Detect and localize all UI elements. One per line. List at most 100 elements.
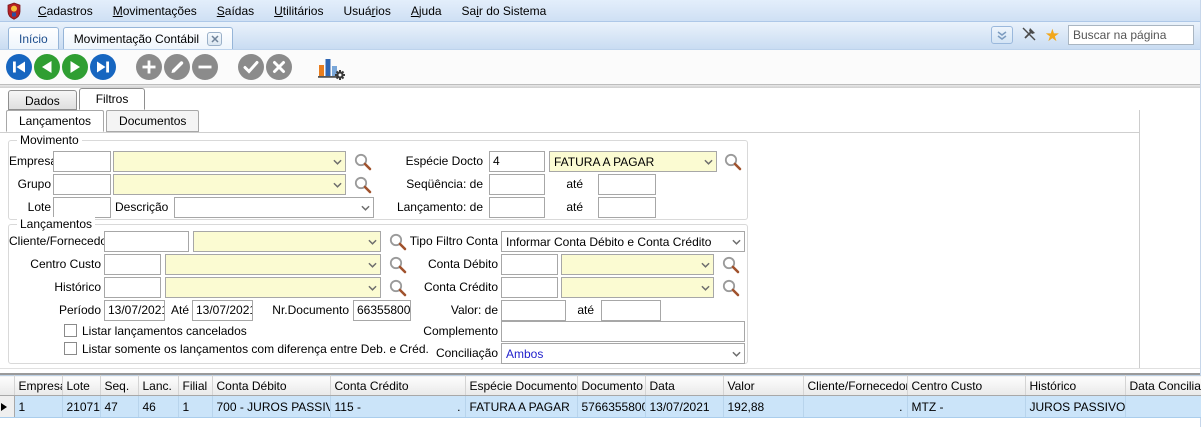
cell-lanc: 46 <box>138 396 178 418</box>
menu-movimentacoes[interactable]: Movimentações <box>103 2 207 20</box>
cancel-icon[interactable] <box>266 54 292 80</box>
grupo-code-input[interactable] <box>53 174 111 195</box>
tab-filtros[interactable]: Filtros <box>79 88 146 110</box>
cliente-fornecedor-combo[interactable] <box>193 231 381 252</box>
col-lote[interactable]: Lote <box>62 376 100 396</box>
cliente-fornecedor-code-input[interactable] <box>104 231 189 252</box>
col-valor[interactable]: Valor <box>723 376 803 396</box>
tab-movimentacao-contabil[interactable]: Movimentação Contábil <box>63 27 233 49</box>
col-data-conciliacao[interactable]: Data Conciliação <box>1125 376 1201 396</box>
col-cliente-fornecedor[interactable]: Cliente/Fornecedor <box>803 376 907 396</box>
lancamento-de-input[interactable] <box>489 197 545 218</box>
col-especie-documento[interactable]: Espécie Documento <box>465 376 577 396</box>
toolbar <box>0 50 1200 84</box>
especie-docto-combo[interactable]: FATURA A PAGAR <box>549 151 717 172</box>
next-record-icon[interactable] <box>62 54 88 80</box>
periodo-de-input[interactable]: 13/07/2021 <box>104 300 165 321</box>
tab-lancamentos[interactable]: Lançamentos <box>6 110 104 132</box>
unpin-icon[interactable] <box>1021 26 1037 45</box>
menu-cadastros[interactable]: Cadastros <box>28 2 103 20</box>
lancamento-ate-input[interactable] <box>598 197 656 218</box>
cell-conta-debito: 700 - JUROS PASSIVOS <box>212 396 330 418</box>
col-seq[interactable]: Seq. <box>100 376 138 396</box>
nr-documento-input[interactable]: 66355800 <box>353 300 411 321</box>
complemento-input[interactable] <box>501 321 745 342</box>
first-record-icon[interactable] <box>6 54 32 80</box>
valor-ate-input[interactable] <box>601 300 661 321</box>
conta-credito-code-input[interactable] <box>501 277 558 298</box>
complemento-label: Complemento <box>404 324 498 339</box>
col-data[interactable]: Data <box>645 376 723 396</box>
conta-credito-combo[interactable] <box>561 277 714 298</box>
listar-cancelados-checkbox[interactable] <box>64 324 77 337</box>
tab-documentos[interactable]: Documentos <box>106 110 199 132</box>
valor-de-input[interactable] <box>501 300 566 321</box>
tipo-filtro-conta-combo[interactable]: Informar Conta Débito e Conta Crédito <box>501 231 745 252</box>
nr-documento-label: Nr.Documento <box>264 303 349 318</box>
confirm-icon[interactable] <box>238 54 264 80</box>
empresa-combo[interactable] <box>113 151 346 172</box>
historico-combo[interactable] <box>165 277 381 298</box>
sub-tab-strip: Lançamentos Documentos <box>0 110 1139 133</box>
remove-icon[interactable] <box>192 54 218 80</box>
cell-historico: JUROS PASSIVOS <box>1025 396 1125 418</box>
col-empresa[interactable]: Empresa <box>14 376 62 396</box>
conta-debito-code-input[interactable] <box>501 254 558 275</box>
menu-usuarios[interactable]: Usuários <box>333 2 400 20</box>
previous-record-icon[interactable] <box>34 54 60 80</box>
application-window: Cadastros Movimentações Saídas Utilitári… <box>0 0 1201 427</box>
empresa-code-input[interactable] <box>53 151 111 172</box>
row-selector-cell <box>0 396 14 418</box>
centro-custo-code-input[interactable] <box>104 254 161 275</box>
more-options-icon[interactable] <box>991 26 1013 44</box>
col-conta-credito[interactable]: Conta Crédito <box>330 376 465 396</box>
valor-ate-label: até <box>569 303 594 318</box>
splitter[interactable] <box>0 368 1200 375</box>
col-documento[interactable]: Documento <box>577 376 645 396</box>
close-icon[interactable] <box>207 32 222 46</box>
tab-dados[interactable]: Dados <box>8 90 77 110</box>
sequencia-ate-input[interactable] <box>598 174 656 195</box>
col-filial[interactable]: Filial <box>178 376 212 396</box>
conta-debito-lookup-icon[interactable] <box>721 255 740 274</box>
cell-documento: 5766355800 <box>577 396 645 418</box>
menu-ajuda[interactable]: Ajuda <box>401 2 452 20</box>
favorite-star-icon[interactable]: ★ <box>1045 27 1060 44</box>
grupo-label: Grupo <box>9 177 51 192</box>
historico-code-input[interactable] <box>104 277 161 298</box>
conciliacao-label: Conciliação <box>404 346 498 361</box>
menu-sair-do-sistema[interactable]: Sair do Sistema <box>452 2 557 20</box>
historico-label: Histórico <box>9 280 101 295</box>
filtros-page: Lançamentos Documentos Movimento Empresa… <box>0 110 1200 368</box>
search-input[interactable] <box>1068 25 1194 45</box>
lancamento-de-label: Lançamento: de <box>339 200 483 215</box>
menu-bar: Cadastros Movimentações Saídas Utilitári… <box>0 0 1200 22</box>
menu-utilitarios[interactable]: Utilitários <box>264 2 333 20</box>
centro-custo-combo[interactable] <box>165 254 381 275</box>
col-centro-custo[interactable]: Centro Custo <box>907 376 1025 396</box>
tab-inicio[interactable]: Início <box>8 27 59 49</box>
col-lanc[interactable]: Lanc. <box>138 376 178 396</box>
especie-docto-lookup-icon[interactable] <box>723 152 742 171</box>
listar-diferenca-checkbox[interactable] <box>64 342 77 355</box>
especie-docto-code-input[interactable]: 4 <box>489 151 545 172</box>
col-conta-debito[interactable]: Conta Débito <box>212 376 330 396</box>
menu-saidas[interactable]: Saídas <box>207 2 264 20</box>
col-historico[interactable]: Histórico <box>1025 376 1125 396</box>
lote-input[interactable] <box>53 197 111 218</box>
lote-label: Lote <box>9 200 51 215</box>
conta-credito-lookup-icon[interactable] <box>721 278 740 297</box>
last-record-icon[interactable] <box>90 54 116 80</box>
grupo-combo[interactable] <box>113 174 346 195</box>
grid-header-row: Empresa Lote Seq. Lanc. Filial Conta Déb… <box>0 376 1201 396</box>
add-icon[interactable] <box>136 54 162 80</box>
conciliacao-combo[interactable]: Ambos <box>501 343 745 364</box>
conta-debito-combo[interactable] <box>561 254 714 275</box>
table-row[interactable]: 1 21071 47 46 1 700 - JUROS PASSIVOS 115… <box>0 396 1201 418</box>
conta-debito-label: Conta Débito <box>404 257 498 272</box>
group-title: Movimento <box>17 133 82 147</box>
periodo-ate-input[interactable]: 13/07/2021 <box>192 300 253 321</box>
sequencia-de-input[interactable] <box>489 174 545 195</box>
chart-settings-icon[interactable] <box>316 53 346 81</box>
edit-icon[interactable] <box>164 54 190 80</box>
